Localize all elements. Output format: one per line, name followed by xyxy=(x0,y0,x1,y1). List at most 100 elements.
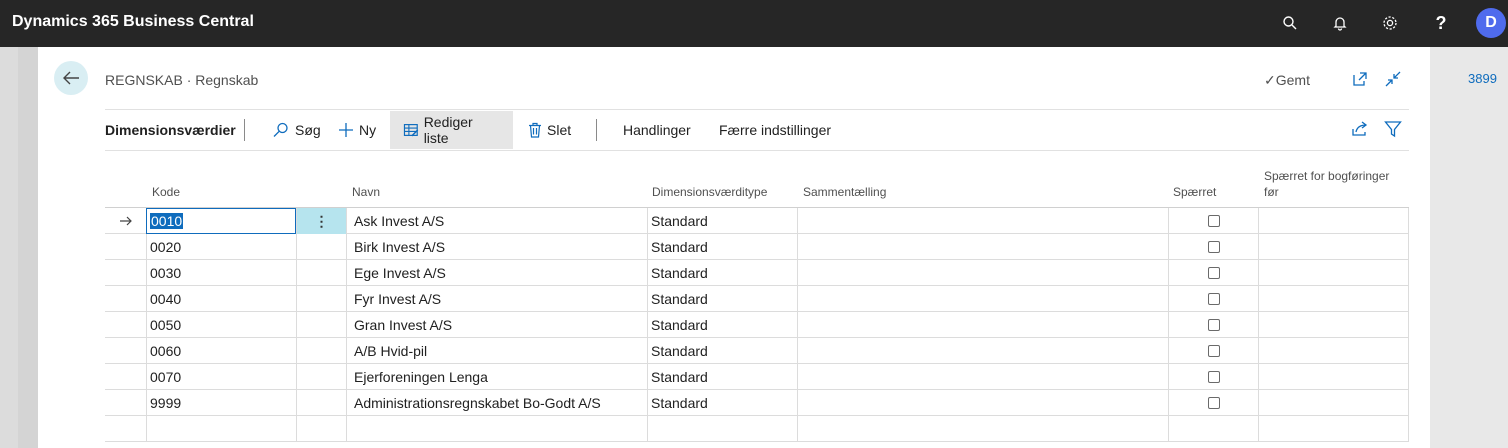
blocked-checkbox[interactable] xyxy=(1207,345,1220,357)
search-button[interactable]: Søg xyxy=(272,111,321,149)
code-cell[interactable]: 9999 xyxy=(146,390,296,416)
name-cell[interactable]: Administrationsregnskabet Bo-Godt A/S xyxy=(346,390,647,416)
totaling-cell[interactable] xyxy=(797,338,1168,364)
code-cell[interactable] xyxy=(146,416,296,442)
type-cell[interactable]: Standard xyxy=(647,208,797,234)
column-header-blocked-posting[interactable]: Spærret for bogføringer før xyxy=(1264,168,1389,200)
type-cell[interactable]: Standard xyxy=(647,390,797,416)
table-row[interactable]: 0070 Ejerforeningen Lenga Standard xyxy=(105,364,1409,390)
totaling-cell[interactable] xyxy=(797,260,1168,286)
code-cell[interactable]: 0020 xyxy=(146,234,296,260)
new-button[interactable]: Ny xyxy=(338,111,376,149)
blocked-cell[interactable] xyxy=(1168,286,1258,312)
table-row[interactable]: 9999 Administrationsregnskabet Bo-Godt A… xyxy=(105,390,1409,416)
code-cell[interactable]: 0040 xyxy=(146,286,296,312)
table-row[interactable]: 0050 Gran Invest A/S Standard xyxy=(105,312,1409,338)
blocked-posting-cell[interactable] xyxy=(1258,390,1409,416)
column-header-name[interactable]: Navn xyxy=(352,184,380,200)
search-icon[interactable] xyxy=(1277,10,1303,36)
blocked-checkbox[interactable] xyxy=(1207,293,1220,305)
table-row-empty[interactable] xyxy=(105,416,1409,442)
back-button[interactable] xyxy=(54,61,88,95)
name-cell[interactable]: Gran Invest A/S xyxy=(346,312,647,338)
blocked-checkbox[interactable] xyxy=(1207,267,1220,279)
type-cell[interactable]: Standard xyxy=(647,338,797,364)
code-cell[interactable]: 0070 xyxy=(146,364,296,390)
bell-icon[interactable] xyxy=(1327,10,1353,36)
column-header-code[interactable]: Kode xyxy=(152,184,180,200)
row-menu-cell[interactable] xyxy=(296,286,346,312)
table-row[interactable]: 0040 Fyr Invest A/S Standard xyxy=(105,286,1409,312)
blocked-posting-cell[interactable] xyxy=(1258,286,1409,312)
name-cell[interactable]: A/B Hvid-pil xyxy=(346,338,647,364)
blocked-cell[interactable] xyxy=(1168,364,1258,390)
table-row[interactable]: 0030 Ege Invest A/S Standard xyxy=(105,260,1409,286)
name-cell[interactable] xyxy=(346,416,647,442)
type-cell[interactable]: Standard xyxy=(647,312,797,338)
type-cell[interactable]: Standard xyxy=(647,286,797,312)
blocked-cell[interactable] xyxy=(1168,416,1258,442)
blocked-cell[interactable] xyxy=(1168,390,1258,416)
totaling-cell[interactable] xyxy=(797,208,1168,234)
code-cell[interactable]: 0060 xyxy=(146,338,296,364)
blocked-posting-cell[interactable] xyxy=(1258,338,1409,364)
blocked-cell[interactable] xyxy=(1168,312,1258,338)
blocked-posting-cell[interactable] xyxy=(1258,416,1409,442)
blocked-checkbox[interactable] xyxy=(1207,319,1220,331)
totaling-cell[interactable] xyxy=(797,286,1168,312)
type-cell[interactable]: Standard xyxy=(647,260,797,286)
blocked-posting-cell[interactable] xyxy=(1258,312,1409,338)
blocked-posting-cell[interactable] xyxy=(1258,364,1409,390)
row-menu-cell[interactable] xyxy=(296,260,346,286)
type-cell[interactable] xyxy=(647,416,797,442)
side-number-link[interactable]: 3899 xyxy=(1468,71,1497,86)
code-cell[interactable]: 0010 xyxy=(146,208,296,234)
actions-menu[interactable]: Handlinger xyxy=(623,111,691,149)
row-menu-cell[interactable] xyxy=(296,234,346,260)
open-new-window-icon[interactable] xyxy=(1351,70,1371,90)
blocked-posting-cell[interactable] xyxy=(1258,208,1409,234)
table-row[interactable]: 0010 ⋮ Ask Invest A/S Standard xyxy=(105,208,1409,234)
blocked-checkbox[interactable] xyxy=(1207,241,1220,253)
row-menu-cell[interactable] xyxy=(296,312,346,338)
code-cell[interactable]: 0030 xyxy=(146,260,296,286)
column-header-type[interactable]: Dimensionsværditype xyxy=(652,184,767,200)
share-icon[interactable] xyxy=(1351,120,1371,140)
totaling-cell[interactable] xyxy=(797,416,1168,442)
name-cell[interactable]: Ask Invest A/S xyxy=(346,208,647,234)
blocked-cell[interactable] xyxy=(1168,260,1258,286)
fewer-options-button[interactable]: Færre indstillinger xyxy=(719,111,831,149)
totaling-cell[interactable] xyxy=(797,234,1168,260)
name-cell[interactable]: Ege Invest A/S xyxy=(346,260,647,286)
blocked-checkbox[interactable] xyxy=(1207,397,1220,409)
name-cell[interactable]: Fyr Invest A/S xyxy=(346,286,647,312)
name-cell[interactable]: Birk Invest A/S xyxy=(346,234,647,260)
column-header-totaling[interactable]: Sammentælling xyxy=(803,184,886,200)
blocked-checkbox[interactable] xyxy=(1207,215,1220,227)
blocked-cell[interactable] xyxy=(1168,234,1258,260)
code-cell[interactable]: 0050 xyxy=(146,312,296,338)
row-menu-cell[interactable] xyxy=(296,416,346,442)
avatar[interactable]: D xyxy=(1476,8,1506,38)
table-row[interactable]: 0020 Birk Invest A/S Standard xyxy=(105,234,1409,260)
row-menu-button[interactable]: ⋮ xyxy=(296,208,346,234)
blocked-checkbox[interactable] xyxy=(1207,371,1220,383)
type-cell[interactable]: Standard xyxy=(647,364,797,390)
type-cell[interactable]: Standard xyxy=(647,234,797,260)
collapse-icon[interactable] xyxy=(1384,70,1404,90)
row-menu-cell[interactable] xyxy=(296,364,346,390)
blocked-posting-cell[interactable] xyxy=(1258,260,1409,286)
edit-list-button[interactable]: Rediger liste xyxy=(390,111,513,149)
blocked-cell[interactable] xyxy=(1168,208,1258,234)
blocked-posting-cell[interactable] xyxy=(1258,234,1409,260)
row-menu-cell[interactable] xyxy=(296,338,346,364)
gear-icon[interactable] xyxy=(1377,10,1403,36)
totaling-cell[interactable] xyxy=(797,364,1168,390)
column-header-blocked[interactable]: Spærret xyxy=(1173,184,1216,200)
blocked-cell[interactable] xyxy=(1168,338,1258,364)
delete-button[interactable]: Slet xyxy=(528,111,571,149)
app-title[interactable]: Dynamics 365 Business Central xyxy=(12,13,254,31)
name-cell[interactable]: Ejerforeningen Lenga xyxy=(346,364,647,390)
filter-icon[interactable] xyxy=(1384,120,1404,140)
table-row[interactable]: 0060 A/B Hvid-pil Standard xyxy=(105,338,1409,364)
